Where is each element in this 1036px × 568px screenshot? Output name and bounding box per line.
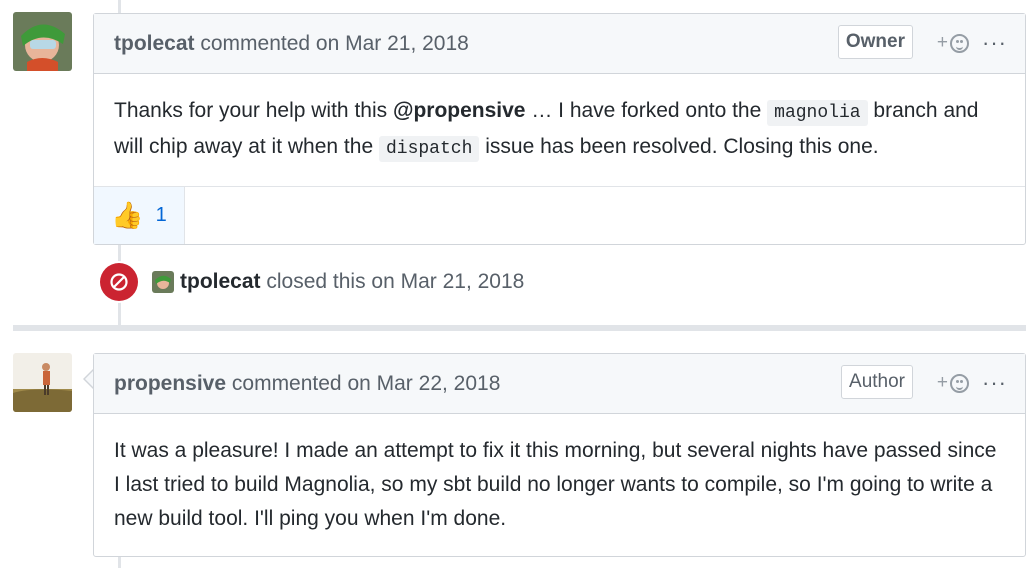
plus-icon: + — [936, 32, 948, 53]
inline-code: magnolia — [767, 100, 868, 126]
reactions-bar: 👍 1 — [94, 186, 1025, 244]
reaction-count: 1 — [155, 204, 167, 226]
comment-header: tpolecat commented on Mar 21, 2018 Owner… — [94, 14, 1025, 74]
comment-card: tpolecat commented on Mar 21, 2018 Owner… — [93, 13, 1026, 245]
comment-meta: tpolecat commented on Mar 21, 2018 — [114, 32, 469, 56]
thumbs-up-reaction[interactable]: 👍 1 — [94, 187, 185, 244]
event-actor-link[interactable]: tpolecat — [180, 270, 261, 294]
plus-icon: + — [936, 372, 948, 393]
comment-card: propensive commented on Mar 22, 2018 Aut… — [93, 353, 1026, 557]
comment-text: Thanks for your help with this — [114, 99, 393, 122]
author-link[interactable]: propensive — [114, 372, 226, 395]
comment-body: Thanks for your help with this @propensi… — [94, 74, 1025, 186]
add-reaction-button[interactable]: + — [937, 32, 969, 54]
comment-text: issue has been resolved. Closing this on… — [479, 135, 879, 158]
event-actor-avatar[interactable] — [152, 271, 174, 293]
comment-header: propensive commented on Mar 22, 2018 Aut… — [94, 354, 1025, 414]
closed-issue-icon — [100, 263, 138, 301]
author-link[interactable]: tpolecat — [114, 32, 195, 55]
avatar-tpolecat[interactable] — [13, 12, 72, 71]
more-options-button[interactable]: ··· — [982, 30, 1007, 56]
owner-badge: Owner — [837, 25, 913, 59]
avatar-propensive[interactable] — [13, 353, 72, 412]
event-text[interactable]: closed this on Mar 21, 2018 — [266, 270, 524, 294]
comment-caret — [83, 369, 94, 389]
comment-timestamp[interactable]: commented on Mar 21, 2018 — [200, 32, 469, 55]
thumbs-up-icon: 👍 — [111, 200, 144, 230]
smiley-icon — [950, 33, 969, 53]
comment-text: … I have forked onto the — [525, 99, 768, 122]
closed-event: tpolecat closed this on Mar 21, 2018 — [100, 263, 524, 301]
add-reaction-button[interactable]: + — [937, 372, 969, 394]
comment-body: It was a pleasure! I made an attempt to … — [114, 439, 997, 530]
comment-meta: propensive commented on Mar 22, 2018 — [114, 372, 500, 396]
inline-code: dispatch — [378, 136, 480, 162]
more-options-button[interactable]: ··· — [982, 370, 1007, 396]
comment-timestamp[interactable]: commented on Mar 22, 2018 — [232, 372, 501, 395]
user-mention[interactable]: @propensive — [393, 99, 526, 122]
smiley-icon — [950, 373, 969, 393]
author-badge: Author — [841, 365, 913, 399]
timeline-divider — [13, 325, 1026, 331]
